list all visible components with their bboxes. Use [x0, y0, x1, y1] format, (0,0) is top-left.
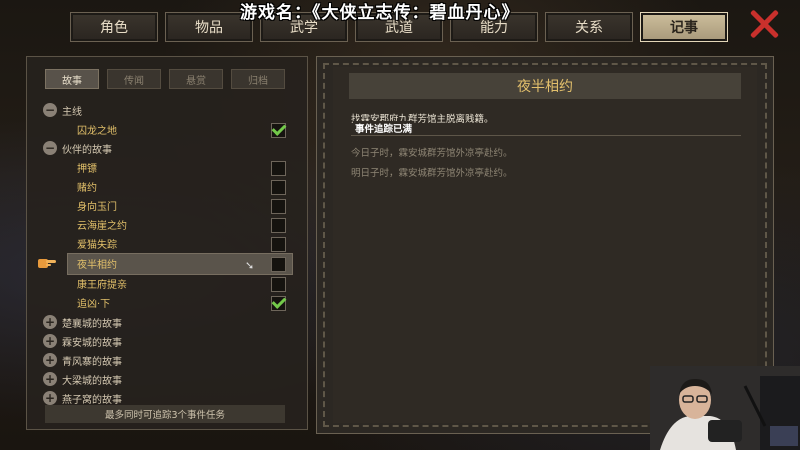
subtab-stories[interactable]: 故事 — [45, 69, 99, 89]
list-item[interactable]: 爱猫失踪 — [77, 234, 117, 252]
group-label: 大梁城的故事 — [62, 375, 122, 387]
expand-icon[interactable]: + — [43, 315, 57, 329]
tracking-full-tooltip: 事件追踪已满 — [353, 121, 415, 135]
quest-label: 爱猫失踪 — [77, 239, 117, 251]
group-label: 青风寨的故事 — [62, 356, 122, 368]
mouse-cursor-icon: ➘ — [245, 259, 255, 272]
track-checkbox[interactable] — [271, 277, 286, 292]
quest-label: 身向玉门 — [77, 201, 117, 213]
track-checkbox[interactable] — [271, 199, 286, 214]
list-item-selected[interactable]: 夜半相约 — [77, 254, 117, 272]
group-label: 伙伴的故事 — [62, 144, 112, 156]
expand-icon[interactable]: + — [43, 353, 57, 367]
webcam-overlay — [650, 366, 800, 450]
subtab-archive[interactable]: 归档 — [231, 69, 285, 89]
track-checkbox[interactable] — [271, 257, 286, 272]
collapse-icon[interactable]: − — [43, 141, 57, 155]
tab-character[interactable]: 角色 — [70, 12, 158, 42]
track-checkbox[interactable] — [271, 296, 286, 311]
group-label: 主线 — [62, 106, 82, 118]
list-item[interactable]: 康王府提亲 — [77, 274, 127, 292]
group-companion-stories[interactable]: − 伙伴的故事 — [43, 139, 112, 157]
quest-label: 云海崖之约 — [77, 220, 127, 232]
quest-list-panel: 故事 传闻 悬赏 归档 − 主线 囚龙之地 − 伙伴的故事 押镖 赌约 身向玉门… — [26, 56, 308, 430]
group-main-story[interactable]: − 主线 — [43, 101, 82, 119]
quest-clue: 明日子时，霖安城群芳馆外凉亭赴约。 — [351, 168, 513, 179]
expand-icon[interactable]: + — [43, 334, 57, 348]
track-checkbox[interactable] — [271, 180, 286, 195]
quest-label: 康王府提亲 — [77, 279, 127, 291]
group-label: 霖安城的故事 — [62, 337, 122, 349]
track-checkbox[interactable] — [271, 218, 286, 233]
track-checkbox[interactable] — [271, 123, 286, 138]
tab-journal[interactable]: 记事 — [640, 12, 728, 42]
quest-label: 追凶·下 — [77, 298, 111, 310]
pointing-hand-icon — [38, 259, 56, 268]
list-item[interactable]: 赌约 — [77, 177, 97, 195]
quest-clue: 今日子时，霖安城群芳馆外凉亭赴约。 — [351, 148, 513, 159]
quest-label: 夜半相约 — [77, 259, 117, 271]
streamer-image — [650, 366, 800, 450]
group-linan-stories[interactable]: + 霖安城的故事 — [43, 332, 122, 350]
subtab-rumors[interactable]: 传闻 — [107, 69, 161, 89]
quest-title: 夜半相约 — [349, 73, 741, 99]
list-item[interactable]: 云海崖之约 — [77, 215, 127, 233]
list-item[interactable]: 囚龙之地 — [77, 120, 117, 138]
group-label: 燕子窝的故事 — [62, 394, 122, 406]
collapse-icon[interactable]: − — [43, 103, 57, 117]
list-item[interactable]: 追凶·下 — [77, 293, 110, 311]
track-checkbox[interactable] — [271, 161, 286, 176]
subtab-bounties[interactable]: 悬赏 — [169, 69, 223, 89]
quest-label: 囚龙之地 — [77, 125, 117, 137]
expand-icon[interactable]: + — [43, 372, 57, 386]
tracking-limit-note: 最多同时可追踪3个事件任务 — [45, 405, 285, 423]
track-checkbox[interactable] — [271, 237, 286, 252]
group-daliang-stories[interactable]: + 大梁城的故事 — [43, 370, 122, 388]
expand-icon[interactable]: + — [43, 391, 57, 405]
close-icon[interactable] — [748, 8, 780, 40]
tab-relations[interactable]: 关系 — [545, 12, 633, 42]
group-label: 楚襄城的故事 — [62, 318, 122, 330]
quest-label: 赌约 — [77, 182, 97, 194]
game-title-overlay: 游戏名：《大侠立志传：碧血丹心》 — [240, 3, 520, 23]
group-qingfeng-stories[interactable]: + 青风寨的故事 — [43, 351, 122, 369]
quest-label: 押镖 — [77, 163, 97, 175]
group-chuxiang-stories[interactable]: + 楚襄城的故事 — [43, 313, 122, 331]
list-item[interactable]: 身向玉门 — [77, 196, 117, 214]
list-item[interactable]: 押镖 — [77, 158, 97, 176]
divider — [351, 135, 741, 136]
